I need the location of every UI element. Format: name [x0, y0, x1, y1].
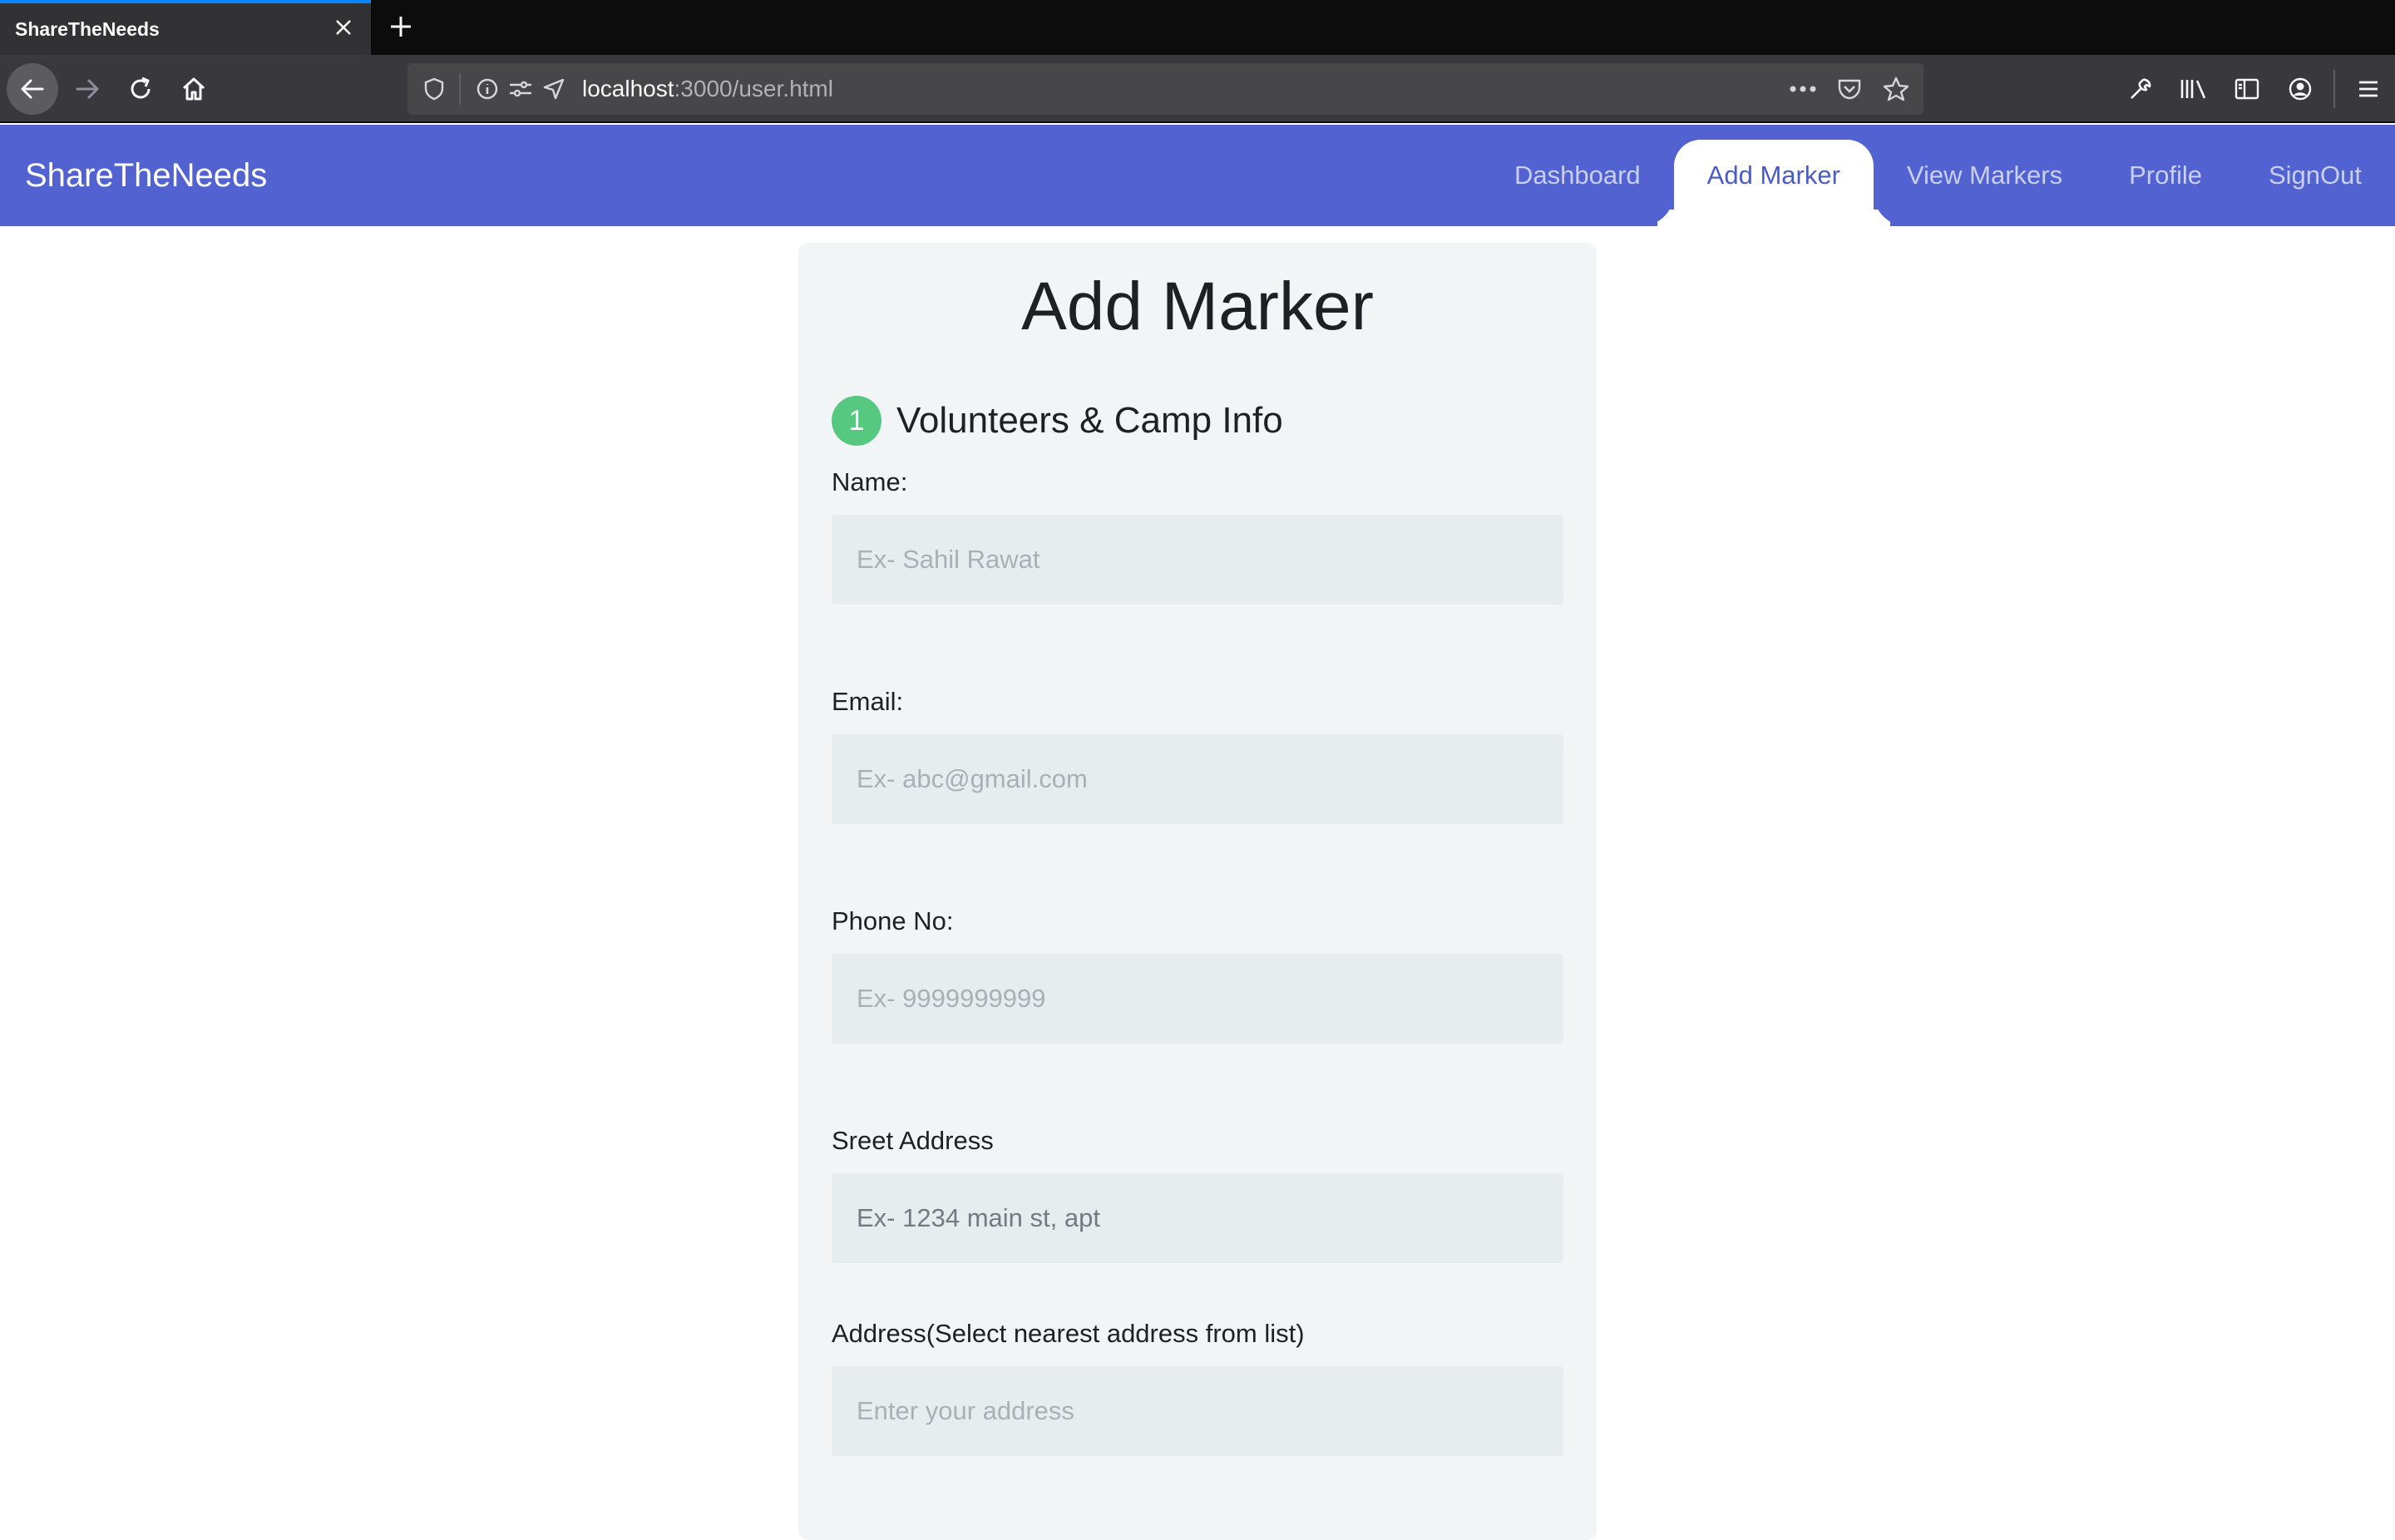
tracking-shield-icon[interactable] — [417, 72, 451, 106]
page-title: Add Marker — [1021, 269, 1374, 344]
phone-label: Phone No: — [832, 906, 954, 935]
nav-view-markers[interactable]: View Markers — [1874, 125, 2096, 226]
address-label: Address(Select nearest address from list… — [832, 1319, 1305, 1348]
new-tab-icon[interactable] — [384, 10, 417, 43]
address-field[interactable] — [832, 1366, 1563, 1456]
wrench-icon[interactable] — [2114, 63, 2167, 115]
sidebar-icon[interactable] — [2220, 63, 2274, 115]
app-nav: Dashboard Add Marker View Markers Profil… — [1481, 125, 2395, 226]
name-label: Name: — [832, 467, 908, 496]
home-icon[interactable] — [168, 63, 220, 115]
pocket-icon[interactable] — [1832, 72, 1867, 106]
forward-icon[interactable] — [62, 63, 113, 115]
toolbar-separator — [2333, 70, 2335, 108]
brand-logo[interactable]: ShareTheNeeds — [25, 125, 267, 226]
permissions-icon[interactable] — [504, 72, 537, 106]
reload-icon[interactable] — [115, 63, 166, 115]
section-title: Volunteers & Camp Info — [896, 400, 1283, 441]
url-host: localhost — [582, 76, 674, 101]
url-actions — [1785, 72, 1914, 106]
library-icon[interactable] — [2167, 63, 2220, 115]
browser-tab[interactable]: ShareTheNeeds — [0, 0, 371, 55]
more-actions-icon[interactable] — [1785, 72, 1820, 106]
hamburger-menu-icon[interactable] — [2342, 63, 2395, 115]
browser-toolbar: localhost:3000/user.html — [0, 55, 2395, 123]
browser-tab-bar: ShareTheNeeds — [0, 0, 2395, 55]
location-arrow-icon[interactable] — [537, 72, 570, 106]
nav-profile[interactable]: Profile — [2096, 125, 2235, 226]
url-text[interactable]: localhost:3000/user.html — [582, 76, 833, 102]
step-badge: 1 — [832, 396, 881, 446]
name-field[interactable] — [832, 515, 1563, 605]
url-path: :3000/user.html — [674, 76, 833, 101]
url-separator — [459, 73, 461, 105]
email-label: Email: — [832, 687, 904, 716]
url-bar[interactable]: localhost:3000/user.html — [407, 63, 1923, 115]
email-field[interactable] — [832, 734, 1563, 824]
back-icon[interactable] — [7, 63, 58, 115]
street-address-label: Sreet Address — [832, 1126, 994, 1155]
app-header: ShareTheNeeds Dashboard Add Marker View … — [0, 125, 2395, 226]
browser-tab-title: ShareTheNeeds — [15, 17, 160, 40]
phone-field[interactable] — [832, 954, 1563, 1044]
bookmark-star-icon[interactable] — [1879, 72, 1914, 106]
nav-add-marker[interactable]: Add Marker — [1673, 140, 1874, 226]
account-icon[interactable] — [2274, 63, 2327, 115]
browser-toolbar-right — [2114, 63, 2395, 115]
close-tab-icon[interactable] — [331, 15, 356, 40]
street-address-field[interactable] — [832, 1173, 1563, 1263]
add-marker-form: Add Marker 1 Volunteers & Camp Info Name… — [798, 243, 1597, 1540]
nav-signout[interactable]: SignOut — [2235, 125, 2395, 226]
section-header: 1 Volunteers & Camp Info — [832, 396, 1283, 446]
site-info-icon[interactable] — [471, 72, 504, 106]
